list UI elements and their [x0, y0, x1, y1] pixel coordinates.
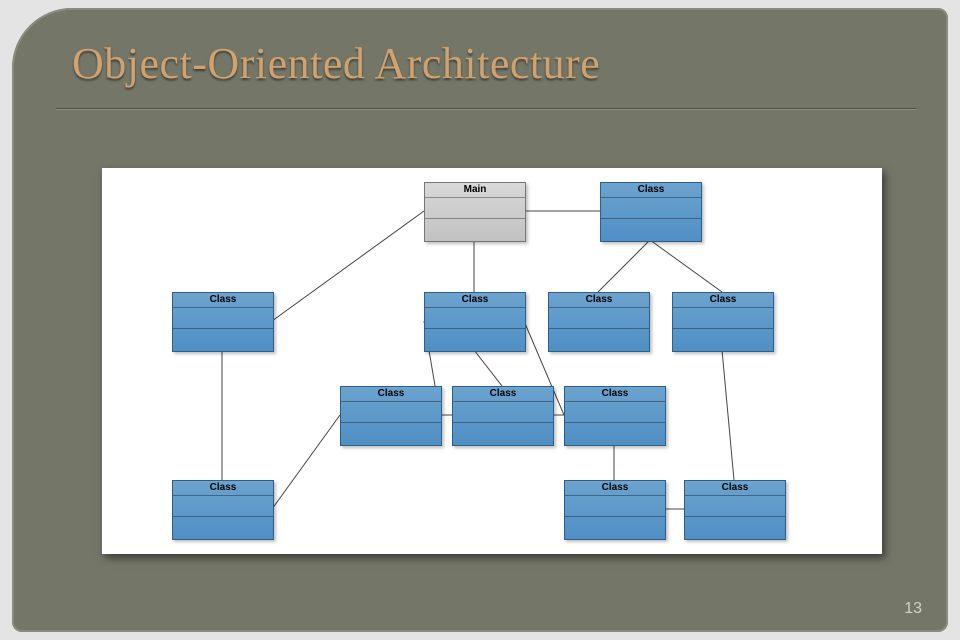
uml-compartment: [173, 517, 273, 537]
uml-class-box: Class: [600, 182, 702, 242]
uml-compartment: [425, 329, 525, 349]
uml-class-box: Class: [172, 480, 274, 540]
uml-box-title: Class: [341, 387, 441, 402]
uml-class-box: Class: [340, 386, 442, 446]
uml-compartment: [173, 308, 273, 329]
uml-class-box: Class: [564, 386, 666, 446]
uml-box-title: Class: [549, 293, 649, 308]
uml-compartment: [601, 198, 701, 219]
uml-class-box: Class: [452, 386, 554, 446]
uml-compartment: [549, 308, 649, 329]
uml-main-box: Main: [424, 182, 526, 242]
uml-compartment: [453, 423, 553, 443]
uml-box-title: Class: [565, 481, 665, 496]
diagram-edge: [598, 240, 650, 292]
uml-box-title: Class: [685, 481, 785, 496]
uml-class-box: Class: [548, 292, 650, 352]
uml-compartment: [673, 308, 773, 329]
uml-box-title: Main: [425, 183, 525, 198]
uml-compartment: [565, 423, 665, 443]
uml-box-title: Class: [425, 293, 525, 308]
uml-compartment: [565, 517, 665, 537]
uml-box-title: Class: [673, 293, 773, 308]
uml-compartment: [565, 402, 665, 423]
uml-compartment: [549, 329, 649, 349]
uml-compartment: [673, 329, 773, 349]
uml-class-box: Class: [564, 480, 666, 540]
diagram-edge: [272, 211, 424, 321]
uml-compartment: [425, 198, 525, 219]
diagram-edge: [722, 350, 734, 480]
uml-box-title: Class: [173, 293, 273, 308]
uml-class-box: Class: [684, 480, 786, 540]
uml-compartment: [173, 329, 273, 349]
uml-compartment: [341, 402, 441, 423]
uml-compartment: [565, 496, 665, 517]
diagram-edge: [474, 350, 502, 386]
uml-compartment: [685, 496, 785, 517]
uml-box-title: Class: [565, 387, 665, 402]
diagram-edge: [272, 415, 340, 509]
uml-compartment: [173, 496, 273, 517]
uml-class-box: Class: [424, 292, 526, 352]
uml-compartment: [341, 423, 441, 443]
page-number: 13: [904, 600, 922, 618]
uml-box-title: Class: [601, 183, 701, 198]
uml-compartment: [453, 402, 553, 423]
uml-compartment: [425, 308, 525, 329]
diagram-edge: [650, 240, 722, 292]
uml-box-title: Class: [453, 387, 553, 402]
slide-title: Object-Oriented Architecture: [72, 38, 600, 89]
presentation-slide: Object-Oriented Architecture Main Class Cl…: [12, 8, 948, 632]
title-underline: [56, 108, 916, 110]
uml-class-box: Class: [172, 292, 274, 352]
uml-compartment: [685, 517, 785, 537]
uml-class-box: Class: [672, 292, 774, 352]
uml-box-title: Class: [173, 481, 273, 496]
diagram-canvas: Main Class Class Class Class Class Class Class C…: [102, 168, 882, 554]
uml-compartment: [601, 219, 701, 239]
uml-compartment: [425, 219, 525, 239]
